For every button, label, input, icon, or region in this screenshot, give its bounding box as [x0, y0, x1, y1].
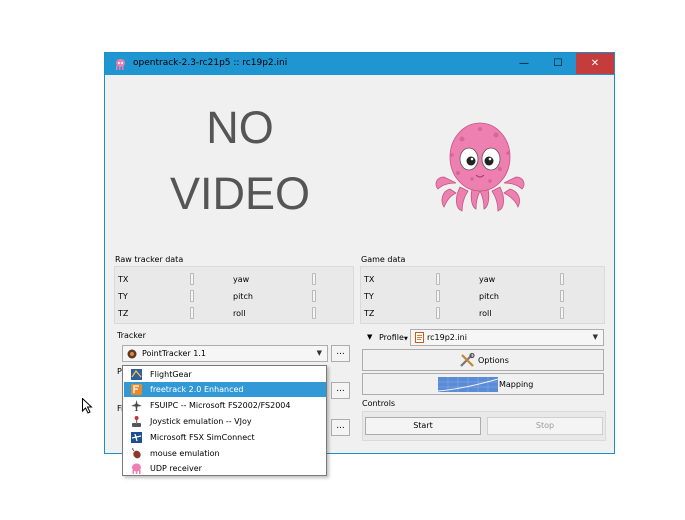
minimize-button[interactable]: — — [507, 53, 541, 74]
list-item-fsx[interactable]: Microsoft FSX SimConnect — [124, 430, 326, 445]
start-button[interactable]: Start — [365, 417, 481, 435]
protocol-settings-button[interactable]: ... — [331, 382, 350, 399]
raw-tracker-label: Raw tracker data — [115, 255, 184, 264]
octopus-app-icon — [116, 59, 125, 70]
raw-yaw-label: yaw — [233, 275, 250, 284]
stop-button[interactable]: Stop — [487, 417, 603, 435]
list-item-mouse[interactable]: mouse emulation — [124, 446, 326, 461]
list-item-label: mouse emulation — [150, 449, 220, 458]
video-area: NO VIDEO — [165, 95, 315, 227]
pointtracker-icon — [127, 349, 137, 359]
tracker-combo[interactable]: PointTracker 1.1 ▼ — [122, 345, 328, 362]
list-item-label: UDP receiver — [150, 464, 202, 473]
game-tz-value — [436, 307, 440, 319]
no-video-line-1: NO — [206, 102, 274, 153]
profile-dropdown-icon: ▼ — [404, 336, 408, 342]
joystick-icon — [132, 416, 141, 427]
game-ty-value — [436, 290, 440, 302]
game-yaw-label: yaw — [479, 275, 496, 284]
chevron-down-icon: ▼ — [592, 333, 598, 341]
game-pitch-value — [560, 290, 564, 302]
raw-tracker-panel: TX TY TZ yaw pitch roll — [114, 266, 354, 324]
tracker-label: Tracker — [117, 331, 146, 340]
game-ty-label: TY — [364, 292, 374, 301]
game-roll-label: roll — [479, 309, 492, 318]
mouse-icon — [132, 448, 141, 459]
game-data-panel: TX TY TZ yaw pitch roll — [360, 266, 605, 324]
list-item-label: FSUIPC -- Microsoft FS2002/FS2004 — [150, 401, 291, 410]
mapping-label: Mapping — [499, 380, 534, 389]
list-item-label: Microsoft FSX SimConnect — [150, 433, 255, 442]
raw-ty-value — [190, 290, 194, 302]
title-bar[interactable]: opentrack-2.3-rc21p5 :: rc19p2.ini — ☐ ✕ — [105, 53, 614, 75]
protocol-dropdown-list[interactable]: FlightGear freetrack 2.0 Enhanced FSUIPC… — [122, 365, 327, 476]
window-title: opentrack-2.3-rc21p5 :: rc19p2.ini — [133, 58, 288, 68]
options-label: Options — [478, 356, 509, 365]
game-roll-value — [560, 307, 564, 319]
mapping-curve-icon — [438, 377, 498, 392]
list-item-flightgear[interactable]: FlightGear — [124, 367, 326, 382]
list-item-label: FlightGear — [150, 370, 192, 379]
ini-file-icon — [415, 332, 424, 343]
game-pitch-label: pitch — [479, 292, 499, 301]
maximize-button[interactable]: ☐ — [541, 53, 575, 74]
mouse-cursor-icon — [82, 398, 93, 414]
game-data-label: Game data — [361, 255, 406, 264]
options-button[interactable]: Options — [362, 349, 604, 371]
profile-selected: rc19p2.ini — [427, 333, 467, 342]
list-item-fsuipc[interactable]: FSUIPC -- Microsoft FS2002/FS2004 — [124, 398, 326, 413]
udp-icon — [132, 463, 141, 474]
profile-label: Profile — [379, 333, 404, 342]
raw-ty-label: TY — [118, 292, 128, 301]
game-yaw-value — [560, 273, 564, 285]
fsx-icon — [131, 432, 142, 443]
list-item-udp[interactable]: UDP receiver — [124, 461, 326, 476]
raw-tx-label: TX — [118, 275, 129, 284]
filter-settings-button[interactable]: ... — [331, 419, 350, 436]
tracker-selected: PointTracker 1.1 — [142, 349, 206, 358]
flightgear-icon — [131, 369, 142, 380]
raw-pitch-value — [312, 290, 316, 302]
game-tx-value — [436, 273, 440, 285]
octopus-logo-icon — [435, 122, 525, 212]
fsuipc-icon — [131, 400, 142, 411]
tools-icon — [460, 353, 475, 367]
list-item-joystick[interactable]: Joystick emulation -- VJoy — [124, 414, 326, 429]
list-item-label: Joystick emulation -- VJoy — [150, 417, 252, 426]
raw-tx-value — [190, 273, 194, 285]
raw-roll-label: roll — [233, 309, 246, 318]
game-tx-label: TX — [364, 275, 375, 284]
profile-menu-arrow-icon[interactable]: ▼ — [367, 333, 372, 341]
raw-roll-value — [312, 307, 316, 319]
profile-combo[interactable]: rc19p2.ini ▼ — [410, 329, 604, 346]
tracker-settings-button[interactable]: ... — [331, 345, 350, 362]
raw-tz-label: TZ — [118, 309, 129, 318]
controls-label: Controls — [362, 399, 396, 408]
mapping-button[interactable]: Mapping — [362, 373, 604, 395]
raw-pitch-label: pitch — [233, 292, 253, 301]
list-item-freetrack[interactable]: freetrack 2.0 Enhanced — [124, 382, 326, 397]
freetrack-icon — [131, 384, 142, 395]
close-button[interactable]: ✕ — [576, 53, 614, 74]
no-video-line-2: VIDEO — [169, 168, 311, 219]
list-item-label: freetrack 2.0 Enhanced — [150, 385, 244, 394]
raw-yaw-value — [312, 273, 316, 285]
game-tz-label: TZ — [364, 309, 375, 318]
controls-panel: Start Stop — [362, 411, 606, 441]
chevron-down-icon: ▼ — [316, 349, 322, 357]
raw-tz-value — [190, 307, 194, 319]
